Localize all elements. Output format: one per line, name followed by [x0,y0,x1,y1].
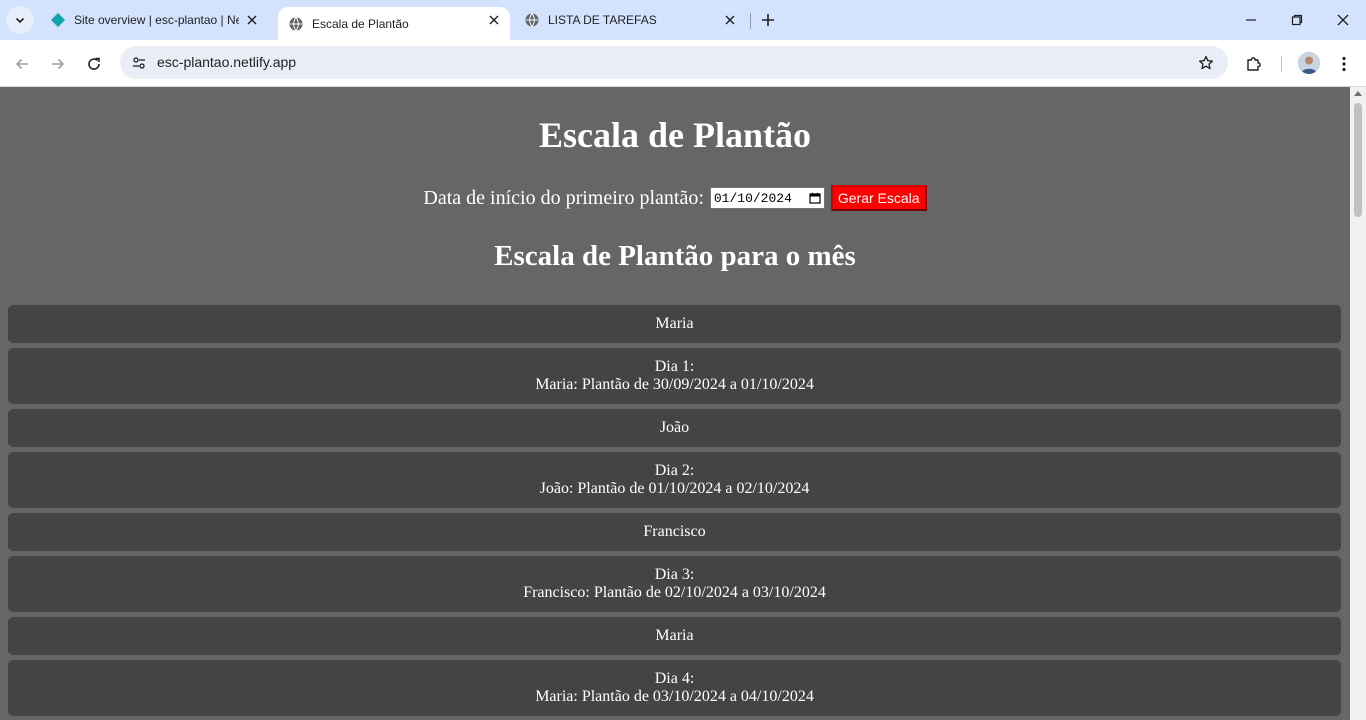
schedule-day-item: Dia 2: João: Plantão de 01/10/2024 a 02/… [8,452,1341,508]
schedule-heading: Escala de Plantão para o mês [494,240,856,272]
new-tab-button[interactable] [756,8,780,32]
start-date-label: Data de início do primeiro plantão: [423,186,704,209]
tab-divider [750,13,751,29]
schedule-name-item: Maria [8,617,1341,655]
tab-title: Site overview | esc-plantao | Ne [74,13,239,27]
close-tab-icon[interactable] [244,12,260,28]
page-scrollbar[interactable] [1350,87,1366,720]
schedule-list: Maria Dia 1: Maria: Plantão de 30/09/202… [8,305,1341,720]
kebab-menu-icon [1342,56,1346,72]
shift-detail: Maria: Plantão de 30/09/2024 a 01/10/202… [535,376,814,393]
site-info-icon[interactable] [128,52,150,74]
day-label: Dia 4: [654,670,695,687]
day-label: Dia 3: [654,566,695,583]
tab-bar: Site overview | esc-plantao | Ne Escala … [0,0,1366,40]
forward-button[interactable] [44,50,72,78]
schedule-day-item: Dia 4: Maria: Plantão de 03/10/2024 a 04… [8,660,1341,716]
tab-lista-de-tarefas[interactable]: LISTA DE TAREFAS [514,0,746,40]
close-icon [1337,14,1349,26]
close-window-button[interactable] [1320,0,1366,40]
back-button[interactable] [8,50,36,78]
chevron-down-icon [15,17,25,24]
tab-escala-de-plantao[interactable]: Escala de Plantão [278,7,510,40]
arrow-left-icon [15,58,28,70]
schedule-day-item: Dia 1: Maria: Plantão de 30/09/2024 a 01… [8,348,1341,404]
shift-detail: João: Plantão de 01/10/2024 a 02/10/2024 [539,480,810,497]
minimize-button[interactable] [1228,0,1274,40]
person-name: Maria [655,315,694,332]
start-date-value: 01/10/2024 [713,190,792,206]
globe-icon [288,16,304,32]
scrollbar-thumb[interactable] [1354,103,1362,217]
extensions-button[interactable] [1240,50,1268,78]
netlify-icon [50,12,66,28]
start-date-form: Data de início do primeiro plantão: 01/1… [0,185,1350,211]
calendar-icon[interactable] [809,192,821,204]
restore-button[interactable] [1274,0,1320,40]
reload-button[interactable] [80,50,108,78]
bookmark-star-icon[interactable] [1196,53,1216,73]
shift-detail: Francisco: Plantão de 02/10/2024 a 03/10… [523,584,826,601]
url-text[interactable]: esc-plantao.netlify.app [157,54,296,70]
toolbar-divider [1281,56,1282,72]
puzzle-icon [1247,57,1261,71]
tab-site-overview[interactable]: Site overview | esc-plantao | Ne [40,0,268,40]
start-date-input[interactable]: 01/10/2024 [709,187,825,209]
close-tab-icon[interactable] [722,12,738,28]
person-name: João [659,419,690,436]
schedule-name-item: Francisco [8,513,1341,551]
browser-toolbar: esc-plantao.netlify.app [0,40,1366,87]
arrow-right-icon [52,58,65,70]
globe-icon [524,12,540,28]
chrome-menu-button[interactable] [1330,50,1358,78]
person-name: Francisco [643,523,706,540]
shift-detail: Maria: Plantão de 03/10/2024 a 04/10/202… [535,688,814,705]
schedule-name-item: João [8,409,1341,447]
day-label: Dia 2: [654,462,695,479]
profile-avatar[interactable] [1298,52,1320,74]
schedule-name-item: Maria [8,305,1341,343]
scroll-up-arrow-icon[interactable] [1354,91,1362,96]
day-label: Dia 1: [654,358,695,375]
page-content: Escala de Plantão Data de início do prim… [0,87,1350,720]
page-title: Escala de Plantão [538,115,811,155]
tab-title: Escala de Plantão [312,16,409,31]
address-bar[interactable]: esc-plantao.netlify.app [120,46,1228,79]
reload-icon [88,57,100,70]
tab-search-button[interactable] [6,6,34,34]
restore-icon [1291,14,1303,26]
person-name: Maria [655,627,694,644]
minimize-icon [1246,19,1256,21]
close-tab-icon[interactable] [486,12,502,28]
generate-schedule-button[interactable]: Gerar Escala [830,185,927,211]
schedule-day-item: Dia 3: Francisco: Plantão de 02/10/2024 … [8,556,1341,612]
plus-icon [762,14,774,26]
tab-title: LISTA DE TAREFAS [548,13,657,27]
